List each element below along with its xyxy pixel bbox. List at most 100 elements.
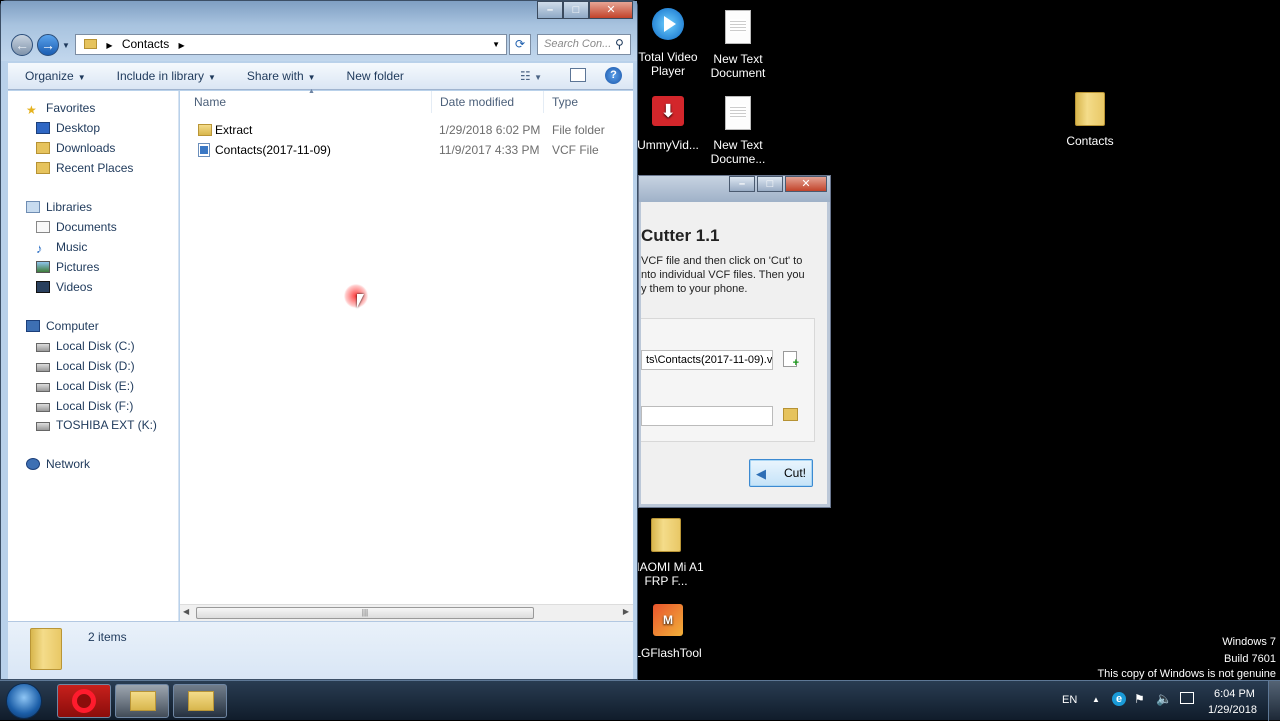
opera-icon	[72, 689, 96, 713]
organize-button[interactable]: Organize ▼	[8, 69, 100, 83]
vcf-cutter-icon	[188, 691, 214, 711]
output-folder-input[interactable]	[641, 406, 773, 426]
libraries-icon	[26, 201, 40, 213]
watermark-line-2: Build 7601	[1224, 653, 1276, 665]
close-button[interactable]: ✕	[785, 176, 827, 192]
show-hidden-icons[interactable]: ▲	[1092, 695, 1100, 704]
address-dropdown[interactable]: ▼	[492, 35, 500, 54]
new-folder-label: New folder	[346, 69, 404, 83]
taskbar-vcf-cutter[interactable]	[173, 684, 227, 718]
desktop-icon-new-text-document-2[interactable]: New Text Docume...	[700, 96, 776, 166]
include-label: Include in library	[116, 69, 204, 83]
desktop-icon-ummy[interactable]: ⬇ UmmyVid...	[630, 96, 706, 152]
download-icon: ⬇	[651, 96, 685, 134]
scroll-left-arrow[interactable]: ◀	[183, 607, 189, 616]
nav-desktop[interactable]: Desktop	[36, 119, 100, 137]
preview-pane-icon[interactable]	[570, 68, 586, 82]
lgflash-icon: M	[651, 604, 685, 642]
include-in-library-button[interactable]: Include in library ▼	[100, 69, 230, 83]
table-row[interactable]: Extract 1/29/2018 6:02 PM File folder	[194, 120, 624, 140]
scissors-icon: ◀	[756, 466, 766, 481]
nav-recent-places[interactable]: Recent Places	[36, 159, 133, 177]
nav-downloads[interactable]: Downloads	[36, 139, 115, 157]
file-type: File folder	[552, 123, 605, 137]
column-header-date[interactable]: Date modified	[432, 91, 544, 113]
nav-disk-e[interactable]: Local Disk (E:)	[36, 377, 134, 395]
desktop-icon-xiaomi[interactable]: XIAOMI Mi A1 FRP F...	[628, 518, 704, 588]
desktop-icon	[36, 122, 50, 134]
nav-favorites[interactable]: ★ Favorites	[26, 99, 95, 117]
start-button[interactable]	[6, 683, 42, 719]
item-count: 2 items	[88, 630, 127, 644]
nav-videos[interactable]: Videos	[36, 278, 92, 296]
desktop-icon-label: New Text Docume...	[710, 138, 766, 166]
nav-disk-d[interactable]: Local Disk (D:)	[36, 357, 135, 375]
minimize-button[interactable]: –	[537, 1, 563, 19]
recent-pages-dropdown[interactable]: ▼	[62, 41, 70, 50]
taskbar-opera[interactable]	[57, 684, 111, 718]
nav-label: Local Disk (F:)	[56, 399, 134, 413]
nav-libraries[interactable]: Libraries	[26, 198, 92, 216]
cut-button[interactable]: ◀ Cut!	[749, 459, 813, 487]
clock-date[interactable]: 1/29/2018	[1208, 704, 1257, 716]
clock-time[interactable]: 6:04 PM	[1214, 688, 1255, 700]
desktop-icon-total-video-player[interactable]: Total Video Player	[630, 8, 706, 78]
share-with-button[interactable]: Share with ▼	[230, 69, 330, 83]
address-bar[interactable]: ▶ Contacts ▶ ▼	[75, 34, 507, 55]
column-header-name[interactable]: Name	[180, 91, 432, 113]
scroll-right-arrow[interactable]: ▶	[623, 607, 629, 616]
breadcrumb[interactable]: Contacts	[122, 37, 169, 51]
downloads-icon	[36, 142, 50, 154]
nav-documents[interactable]: Documents	[36, 218, 117, 236]
desktop-icon-contacts[interactable]: Contacts	[1052, 92, 1128, 148]
maximize-button[interactable]: □	[563, 1, 589, 19]
search-icon[interactable]: ⚲	[615, 37, 624, 51]
tray-app-icon[interactable]: e	[1112, 692, 1126, 706]
back-button[interactable]: ←	[11, 34, 33, 56]
action-center-icon[interactable]: ⚑	[1134, 692, 1145, 706]
navigation-pane: ★ Favorites Desktop Downloads Recent Plac…	[8, 91, 179, 621]
desktop-icon-new-text-document[interactable]: New Text Document	[700, 10, 776, 80]
table-row[interactable]: Contacts(2017-11-09) 11/9/2017 4:33 PM V…	[194, 140, 624, 160]
browse-folder-icon[interactable]	[783, 408, 798, 421]
desktop-icon-lgflashtool[interactable]: M LGFlashTool	[630, 604, 706, 660]
breadcrumb-separator: ▶	[178, 41, 185, 50]
nav-computer[interactable]: Computer	[26, 317, 99, 335]
close-button[interactable]: ✕	[589, 1, 633, 19]
minimize-button[interactable]: –	[729, 176, 755, 192]
explorer-window: – □ ✕ ← → ▼ ▶ Contacts ▶ ▼ ⟳ Search Con.…	[0, 0, 638, 680]
nav-network[interactable]: Network	[26, 455, 90, 473]
horizontal-scrollbar[interactable]: ◀ ||| ▶	[180, 604, 633, 621]
file-date: 1/29/2018 6:02 PM	[439, 123, 541, 137]
add-file-icon[interactable]: +	[783, 351, 799, 369]
text-document-icon	[721, 96, 755, 134]
documents-icon	[36, 221, 50, 233]
new-folder-button[interactable]: New folder	[330, 69, 418, 83]
nav-label: Desktop	[56, 121, 101, 135]
share-label: Share with	[246, 69, 304, 83]
cutter-desc-1: VCF file and then click on 'Cut' to	[641, 255, 803, 267]
nav-music[interactable]: ♪ Music	[36, 238, 87, 256]
forward-button[interactable]: →	[37, 34, 59, 56]
refresh-button[interactable]: ⟳	[509, 34, 531, 55]
show-desktop-button[interactable]	[1268, 681, 1280, 721]
music-icon: ♪	[36, 241, 43, 256]
nav-pictures[interactable]: Pictures	[36, 258, 99, 276]
network-icon[interactable]	[1180, 692, 1194, 704]
help-icon[interactable]: ?	[605, 67, 622, 84]
maximize-button[interactable]: □	[757, 176, 783, 192]
nav-disk-k[interactable]: TOSHIBA EXT (K:)	[36, 416, 157, 434]
nav-disk-c[interactable]: Local Disk (C:)	[36, 337, 135, 355]
taskbar-explorer[interactable]	[115, 684, 169, 718]
vcf-file-input[interactable]: ts\Contacts(2017-11-09).v	[641, 350, 773, 370]
volume-icon[interactable]: 🔈	[1156, 691, 1172, 707]
folder-icon	[1073, 92, 1107, 130]
nav-label: Favorites	[46, 101, 96, 115]
view-options-icon[interactable]: ☷ ▼	[520, 69, 542, 83]
nav-disk-f[interactable]: Local Disk (F:)	[36, 397, 133, 415]
details-pane: 2 items	[8, 621, 633, 679]
column-header-type[interactable]: Type	[544, 91, 633, 113]
desktop-icon-label: UmmyVid...	[637, 138, 699, 152]
scroll-thumb[interactable]: |||	[196, 607, 534, 619]
language-indicator[interactable]: EN	[1062, 694, 1077, 706]
